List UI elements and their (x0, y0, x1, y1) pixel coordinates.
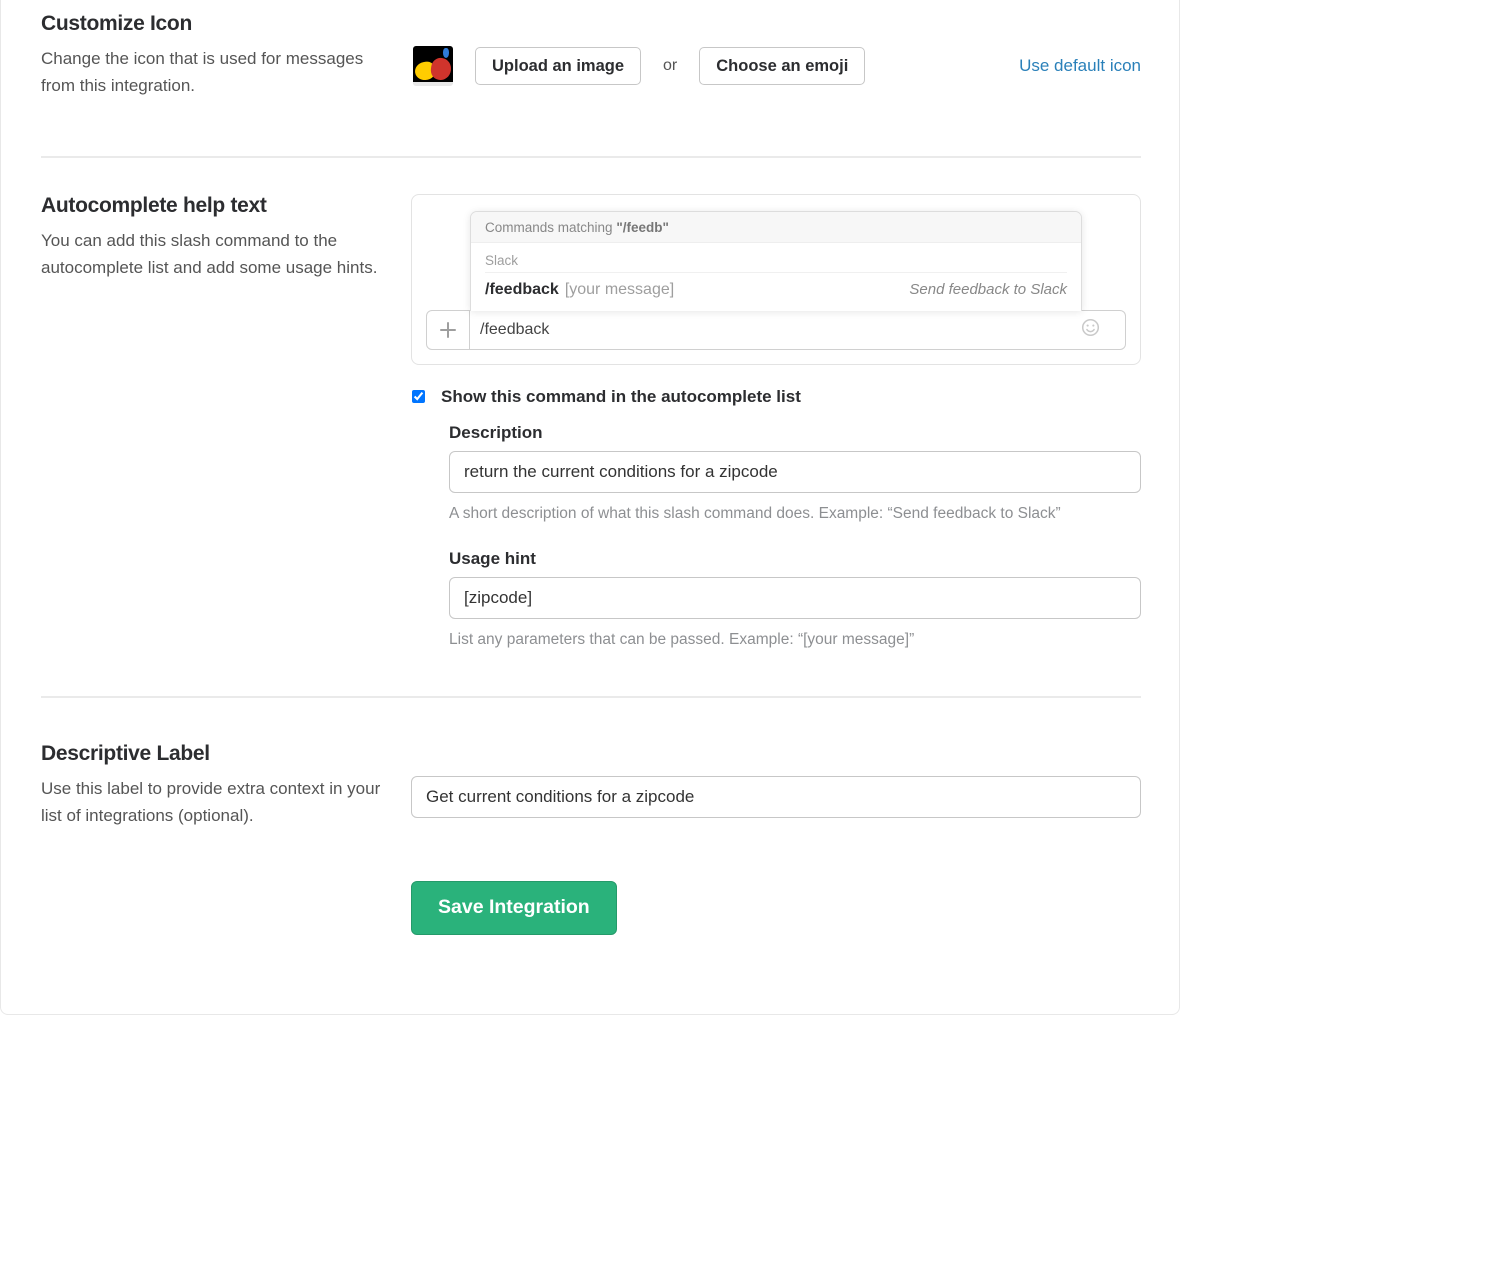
customize-icon-desc: Change the icon that is used for message… (41, 45, 396, 99)
attach-icon[interactable] (426, 310, 470, 350)
integration-settings-page: Customize Icon Change the icon that is u… (0, 0, 1180, 1015)
description-block: Description A short description of what … (449, 423, 1141, 525)
autocomplete-desc: You can add this slash command to the au… (41, 227, 396, 281)
descriptive-label-title: Descriptive Label (41, 740, 396, 767)
dropdown-header: Commands matching "/feedb" (471, 212, 1081, 243)
matching-prefix: Commands matching (485, 220, 616, 235)
section-customize-icon: Customize Icon Change the icon that is u… (41, 4, 1141, 156)
usage-label: Usage hint (449, 549, 1141, 569)
dropdown-command-hint: [your message] (565, 281, 674, 299)
customize-icon-title: Customize Icon (41, 10, 396, 37)
show-in-autocomplete-row: Show this command in the autocomplete li… (411, 387, 1141, 407)
matching-typed: "/feedb" (616, 220, 669, 235)
message-input-row: /feedback (426, 310, 1126, 350)
message-input-preview: /feedback (470, 310, 1126, 350)
autocomplete-dropdown: Commands matching "/feedb" Slack /feedba… (470, 211, 1082, 311)
usage-input[interactable] (449, 577, 1141, 619)
autocomplete-title: Autocomplete help text (41, 192, 396, 219)
dropdown-command-desc: Send feedback to Slack (909, 281, 1067, 298)
show-in-autocomplete-checkbox[interactable] (412, 390, 425, 403)
dropdown-command: /feedback (485, 281, 559, 299)
upload-image-button[interactable]: Upload an image (475, 47, 641, 86)
description-input[interactable] (449, 451, 1141, 493)
dropdown-command-row: /feedback [your message] Send feedback t… (485, 273, 1067, 299)
section-descriptive-label: Descriptive Label Use this label to prov… (41, 698, 1141, 882)
show-in-autocomplete-label[interactable]: Show this command in the autocomplete li… (441, 387, 801, 407)
descriptive-label-input[interactable] (411, 776, 1141, 818)
integration-icon-preview (413, 46, 453, 86)
icon-controls-row: Upload an image or Choose an emoji Use d… (411, 10, 1141, 86)
usage-block: Usage hint List any parameters that can … (449, 549, 1141, 651)
description-label: Description (449, 423, 1141, 443)
description-help: A short description of what this slash c… (449, 503, 1141, 525)
dropdown-group-label: Slack (485, 249, 1067, 273)
emoji-icon[interactable] (1081, 318, 1100, 342)
usage-help: List any parameters that can be passed. … (449, 629, 1141, 651)
descriptive-label-desc: Use this label to provide extra context … (41, 775, 396, 829)
save-integration-button[interactable]: Save Integration (411, 881, 617, 934)
choose-emoji-button[interactable]: Choose an emoji (699, 47, 865, 86)
autocomplete-preview: Commands matching "/feedb" Slack /feedba… (411, 194, 1141, 365)
or-separator: or (663, 57, 677, 75)
use-default-icon-link[interactable]: Use default icon (1019, 56, 1141, 76)
section-save: Save Integration (41, 881, 1141, 934)
section-autocomplete: Autocomplete help text You can add this … (41, 158, 1141, 696)
